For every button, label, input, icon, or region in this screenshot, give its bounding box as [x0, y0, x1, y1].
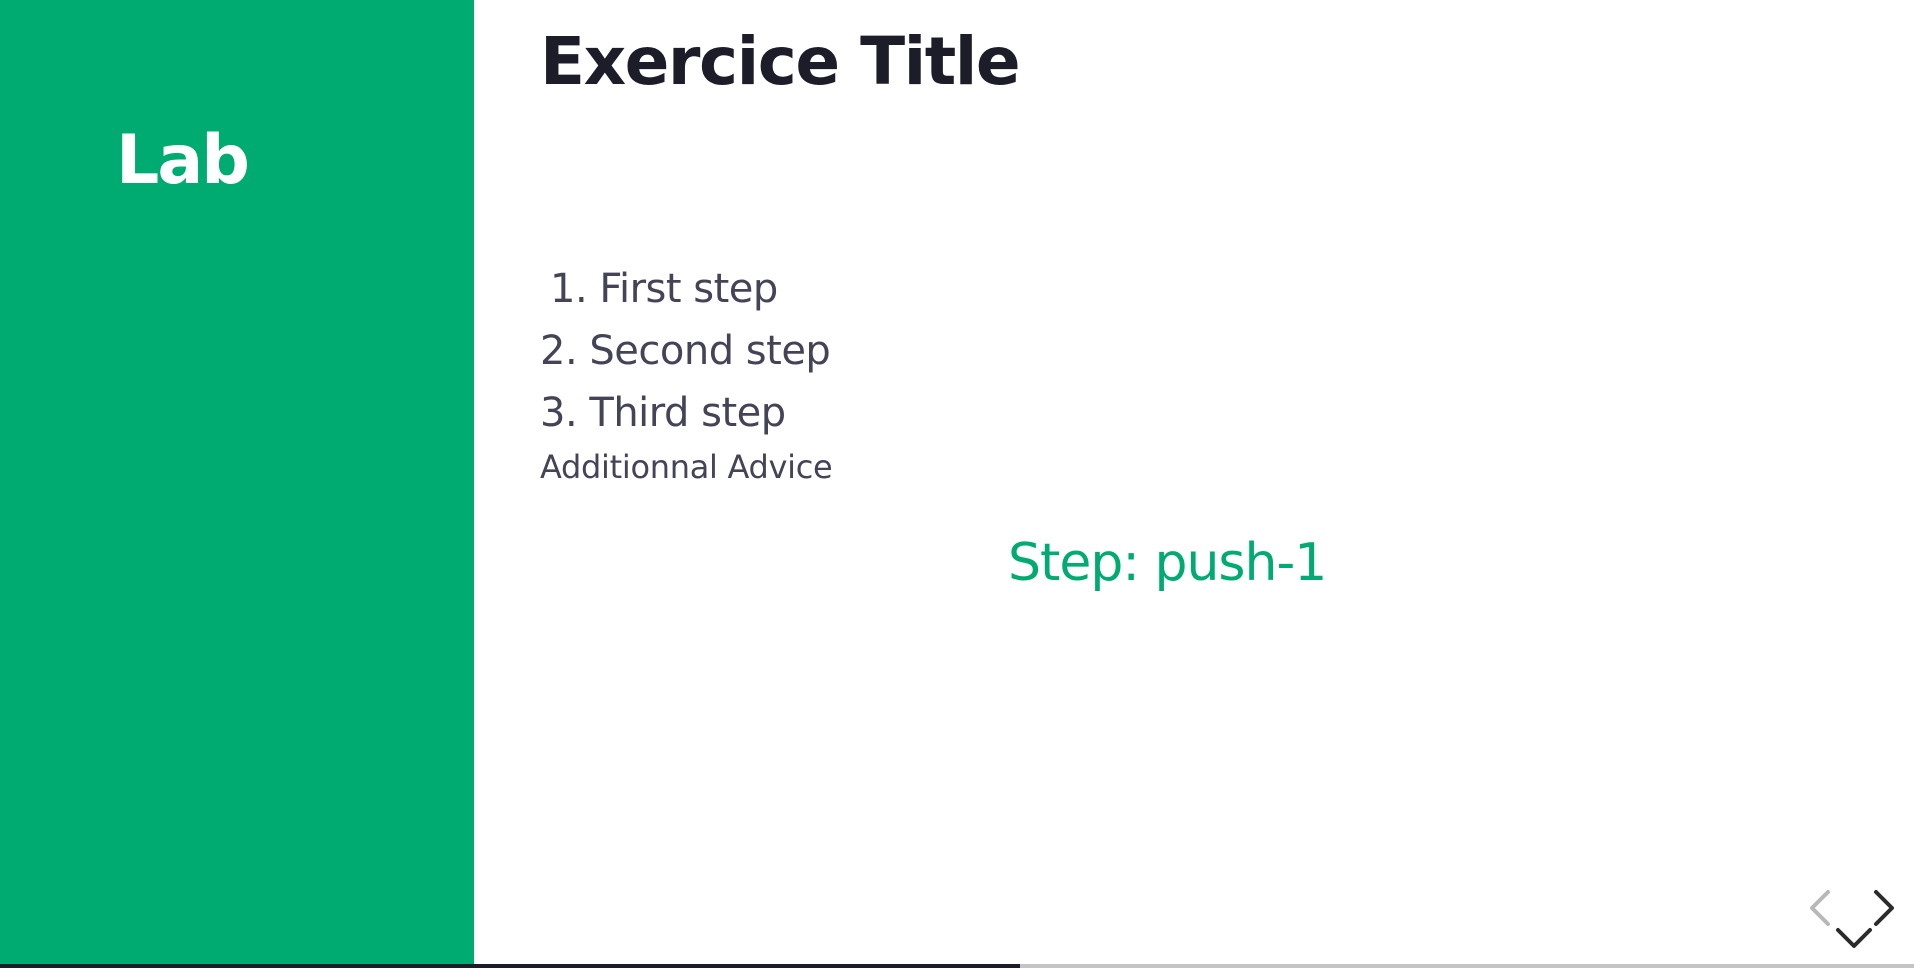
slide: Lab Exercice Title 1. First step 2. Seco…	[0, 0, 1914, 968]
progress-bar	[0, 964, 1914, 968]
slide-navigation	[1800, 882, 1900, 954]
page-title: Exercice Title	[540, 23, 1021, 100]
step-indicator: Step: push-1	[1008, 533, 1327, 593]
sidebar: Lab	[0, 0, 474, 968]
main-content: Exercice Title 1. First step 2. Second s…	[474, 0, 1914, 968]
step-item-1: 1. First step	[550, 266, 778, 312]
additional-advice: Additionnal Advice	[540, 448, 833, 486]
sidebar-title: Lab	[116, 121, 250, 200]
chevron-left-icon[interactable]	[1806, 888, 1834, 928]
progress-bar-fill	[0, 964, 1021, 968]
chevron-right-icon[interactable]	[1870, 888, 1898, 928]
chevron-down-icon[interactable]	[1834, 924, 1874, 952]
step-list: 1. First step 2. Second step 3. Third st…	[540, 258, 831, 444]
step-item-2: 2. Second step	[540, 328, 831, 374]
step-item-3: 3. Third step	[540, 390, 786, 436]
